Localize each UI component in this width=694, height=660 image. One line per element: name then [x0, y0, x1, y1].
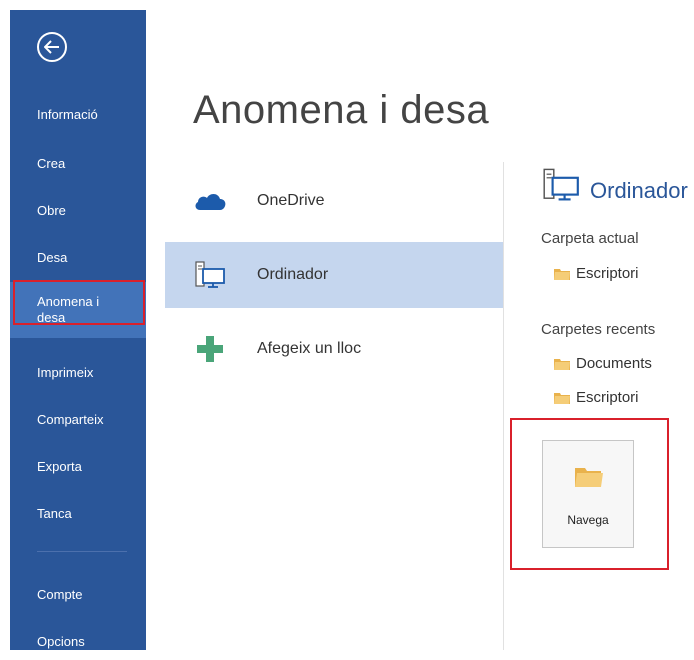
- nav-save-as[interactable]: Anomena i desa: [10, 282, 146, 338]
- place-label: Ordinador: [257, 266, 329, 283]
- panel-heading: Ordinador: [590, 178, 688, 203]
- cloud-icon: [193, 186, 227, 216]
- nav-options[interactable]: Opcions: [10, 624, 146, 660]
- folder-item[interactable]: Documents: [554, 352, 652, 374]
- back-arrow-icon: [44, 40, 59, 54]
- folder-icon: [554, 392, 570, 404]
- nav-close[interactable]: Tanca: [10, 496, 146, 532]
- folder-icon: [554, 358, 570, 370]
- folder-icon: [575, 468, 603, 487]
- place-label: OneDrive: [257, 192, 325, 209]
- back-button[interactable]: [37, 32, 67, 62]
- nav-share[interactable]: Comparteix: [10, 402, 146, 438]
- place-add[interactable]: Afegeix un lloc: [165, 316, 503, 382]
- current-folder-label: Carpeta actual: [541, 230, 639, 247]
- browse-label: Navega: [567, 513, 609, 527]
- nav-account[interactable]: Compte: [10, 577, 146, 613]
- folder-item[interactable]: Escriptori: [554, 386, 639, 408]
- panel-divider: [503, 162, 504, 650]
- place-label: Afegeix un lloc: [257, 340, 362, 357]
- folder-icon: [554, 268, 570, 280]
- plus-icon: [193, 334, 227, 364]
- nav-save[interactable]: Desa: [10, 240, 146, 276]
- nav-new[interactable]: Crea: [10, 146, 146, 182]
- browse-button[interactable]: Navega: [542, 440, 634, 548]
- place-onedrive[interactable]: OneDrive: [165, 168, 503, 234]
- place-computer[interactable]: Ordinador: [165, 242, 503, 308]
- nav-info[interactable]: Informació: [10, 97, 146, 133]
- folder-item[interactable]: Escriptori: [554, 262, 639, 284]
- nav-separator: [37, 551, 127, 552]
- nav-open[interactable]: Obre: [10, 193, 146, 229]
- backstage-sidebar: Informació Crea Obre Desa Anomena i desa…: [10, 10, 146, 650]
- folder-label: Documents: [576, 354, 652, 372]
- folder-label: Escriptori: [576, 264, 639, 282]
- nav-export[interactable]: Exporta: [10, 449, 146, 485]
- nav-print[interactable]: Imprimeix: [10, 355, 146, 391]
- recent-folders-label: Carpetes recents: [541, 321, 656, 338]
- computer-icon: [543, 167, 579, 208]
- folder-label: Escriptori: [576, 388, 639, 406]
- computer-icon: [193, 260, 227, 290]
- page-title: Anomena i desa: [193, 88, 490, 132]
